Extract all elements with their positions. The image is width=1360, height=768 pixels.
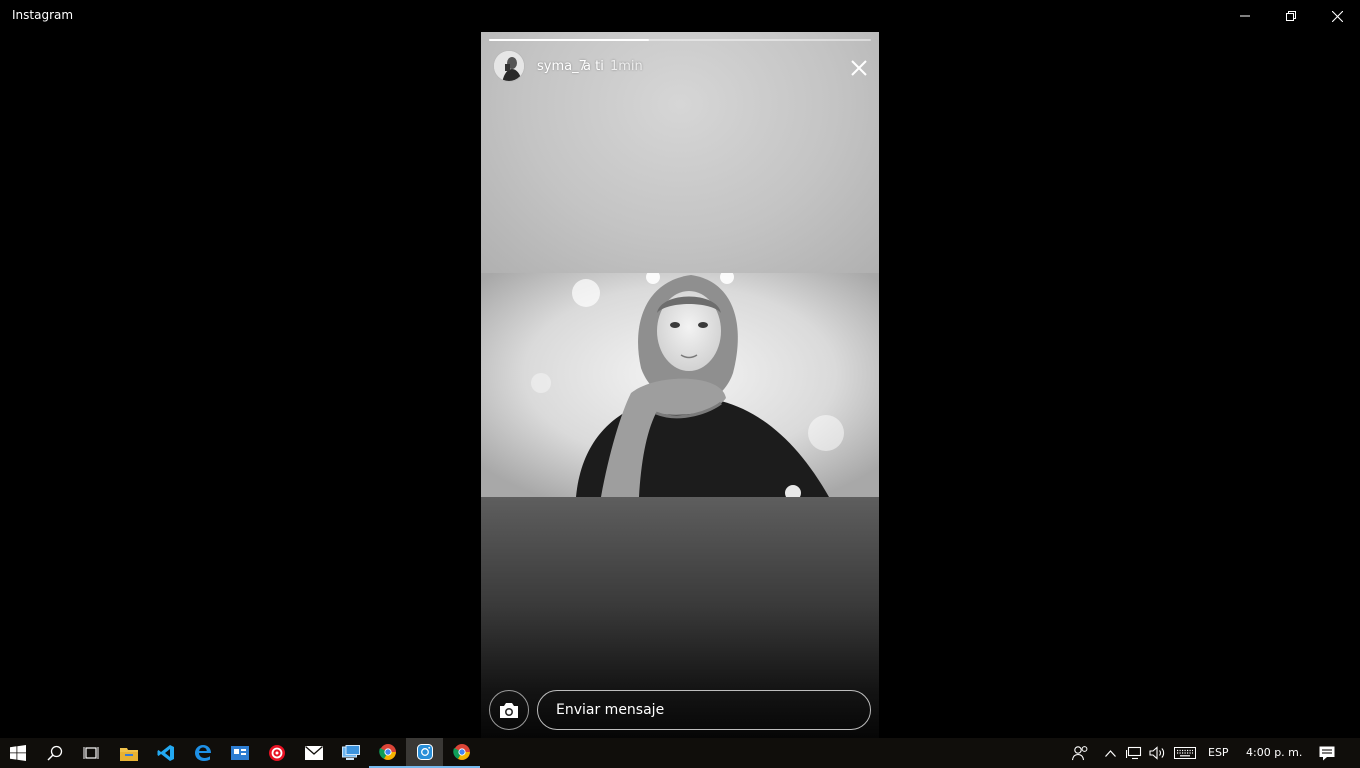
close-window-button[interactable] xyxy=(1314,0,1360,32)
start-button[interactable] xyxy=(0,738,36,768)
volume-icon xyxy=(1148,746,1164,760)
restore-button[interactable] xyxy=(1268,0,1314,32)
search-button[interactable] xyxy=(36,738,73,768)
search-icon xyxy=(46,745,62,761)
keyboard-icon xyxy=(1174,747,1196,759)
network-icon xyxy=(1126,746,1142,760)
story-username[interactable]: syma_7 xyxy=(537,59,587,74)
taskbar-app-chrome[interactable] xyxy=(369,738,406,768)
network-button[interactable] xyxy=(1124,738,1144,768)
folder-icon xyxy=(119,747,138,761)
chrome-icon xyxy=(378,744,396,760)
instagram-icon xyxy=(416,744,433,760)
taskbar-app-edge[interactable] xyxy=(184,738,221,768)
show-hidden-icons-button[interactable] xyxy=(1100,738,1120,768)
story-photo xyxy=(481,273,879,497)
taskbar-app-mail[interactable] xyxy=(295,738,332,768)
edge-icon xyxy=(194,745,211,761)
camera-icon xyxy=(500,702,518,718)
task-view-button[interactable] xyxy=(72,738,109,768)
message-input[interactable] xyxy=(537,690,871,730)
avatar[interactable] xyxy=(493,50,525,82)
chevron-up-icon xyxy=(1104,749,1116,757)
taskbar-app-vscode[interactable] xyxy=(147,738,184,768)
taskbar-app-instagram[interactable] xyxy=(406,738,443,768)
chrome-icon xyxy=(452,744,470,760)
taskbar-app-file-explorer[interactable] xyxy=(110,738,147,768)
people-icon xyxy=(1071,746,1087,761)
restore-icon xyxy=(1286,11,1296,21)
action-center-button[interactable] xyxy=(1312,738,1342,768)
taskbar-app-chrome-2[interactable] xyxy=(443,738,480,768)
window-title-bar: Instagram xyxy=(0,0,1360,32)
story-viewer[interactable]: syma_7 a ti 1min xyxy=(481,32,879,738)
close-story-button[interactable] xyxy=(847,56,871,80)
taskbar-app-store[interactable] xyxy=(221,738,258,768)
close-icon xyxy=(851,60,867,76)
taskbar-app-red[interactable] xyxy=(258,738,295,768)
close-icon xyxy=(1331,10,1343,22)
minimize-button[interactable] xyxy=(1222,0,1268,32)
vscode-icon xyxy=(157,745,174,761)
story-progress-track xyxy=(489,39,871,41)
story-progress-fill xyxy=(489,39,650,41)
notification-icon xyxy=(1319,746,1335,760)
camera-button[interactable] xyxy=(489,690,529,730)
taskbar-clock[interactable]: 4:00 p. m. xyxy=(1246,746,1302,759)
touch-keyboard-button[interactable] xyxy=(1172,738,1198,768)
story-audience: a ti xyxy=(583,59,604,74)
task-view-icon xyxy=(83,747,98,759)
window-title: Instagram xyxy=(12,8,74,22)
red-circle-app-icon xyxy=(268,745,285,761)
windows-logo-icon xyxy=(10,745,26,761)
taskbar-app-remote-desktop[interactable] xyxy=(332,738,369,768)
input-language-indicator[interactable]: ESP xyxy=(1208,746,1229,759)
people-button[interactable] xyxy=(1068,738,1092,768)
volume-button[interactable] xyxy=(1147,738,1167,768)
story-time-ago: 1min xyxy=(610,59,643,74)
monitor-icon xyxy=(341,745,360,760)
mail-icon xyxy=(304,746,323,760)
minimize-icon xyxy=(1240,15,1250,17)
store-icon xyxy=(230,746,249,760)
taskbar: ESP 4:00 p. m. xyxy=(0,738,1360,768)
